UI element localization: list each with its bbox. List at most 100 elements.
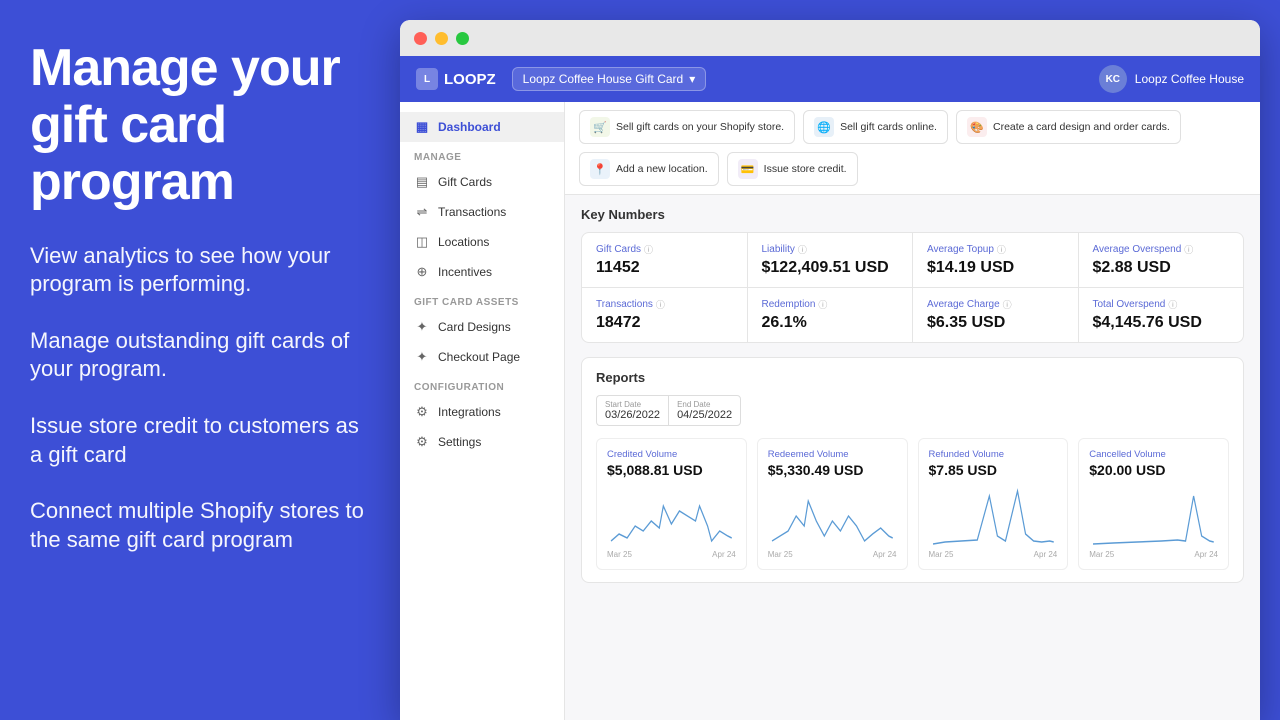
right-panel: L LOOPZ Loopz Coffee House Gift Card ▾ K… [400, 0, 1280, 720]
kn-label: Liability ⓘ [762, 243, 899, 256]
reports-section: Reports Start Date 03/26/2022 End Date 0… [581, 357, 1244, 583]
sidebar-item-dashboard[interactable]: ▦ Dashboard [400, 112, 564, 142]
kn-label: Total Overspend ⓘ [1093, 298, 1230, 311]
kn-label: Redemption ⓘ [762, 298, 899, 311]
end-date-input[interactable]: End Date 04/25/2022 [668, 395, 741, 426]
issue-credit-button[interactable]: 💳 Issue store credit. [727, 152, 858, 186]
hero-title: Manage your gift card program [30, 40, 370, 212]
add-location-button[interactable]: 📍 Add a new location. [579, 152, 719, 186]
kn-value: $4,145.76 USD [1093, 314, 1230, 332]
action-btn-label: Issue store credit. [764, 163, 847, 175]
key-numbers-grid: Gift Cards ⓘ 11452 Liability ⓘ $1 [581, 232, 1244, 343]
chart-labels: Mar 25 Apr 24 [1089, 550, 1218, 559]
logo-icon: L [416, 68, 438, 90]
chart-labels: Mar 25 Apr 24 [607, 550, 736, 559]
sell-shopify-button[interactable]: 🛒 Sell gift cards on your Shopify store. [579, 110, 795, 144]
sell-online-button[interactable]: 🌐 Sell gift cards online. [803, 110, 948, 144]
sidebar-item-checkout[interactable]: ✦ Checkout Page [400, 342, 564, 372]
create-design-button[interactable]: 🎨 Create a card design and order cards. [956, 110, 1181, 144]
chart-labels: Mar 25 Apr 24 [768, 550, 897, 559]
close-dot[interactable] [414, 32, 427, 45]
kn-avg-overspend: Average Overspend ⓘ $2.88 USD [1079, 233, 1244, 287]
sidebar-item-transactions[interactable]: ⇌ Transactions [400, 197, 564, 227]
integrations-icon: ⚙ [414, 404, 430, 420]
chart-refunded-volume: Refunded Volume $7.85 USD Mar 25 [918, 438, 1069, 570]
kn-value: $14.19 USD [927, 259, 1064, 277]
design-icon: 🎨 [967, 117, 987, 137]
sidebar-item-label: Dashboard [438, 120, 501, 134]
dropdown-icon: ▾ [689, 72, 695, 86]
user-area: KC Loopz Coffee House [1099, 65, 1244, 93]
sidebar-item-card-designs[interactable]: ✦ Card Designs [400, 312, 564, 342]
kn-total-overspend: Total Overspend ⓘ $4,145.76 USD [1079, 288, 1244, 342]
online-icon: 🌐 [814, 117, 834, 137]
kn-avg-topup: Average Topup ⓘ $14.19 USD [913, 233, 1078, 287]
kn-redemption: Redemption ⓘ 26.1% [748, 288, 913, 342]
feature-item-2: Manage outstanding gift cards of your pr… [30, 327, 370, 384]
feature-list: View analytics to see how your program i… [30, 242, 370, 555]
action-btn-label: Add a new location. [616, 163, 708, 175]
locations-icon: ◫ [414, 234, 430, 250]
chart-labels: Mar 25 Apr 24 [929, 550, 1058, 559]
dashboard-content: Key Numbers Gift Cards ⓘ 11452 [565, 195, 1260, 595]
avatar: KC [1099, 65, 1127, 93]
minimize-dot[interactable] [435, 32, 448, 45]
kn-value: $2.88 USD [1093, 259, 1230, 277]
sidebar-section-config: Configuration [400, 372, 564, 397]
kn-label: Transactions ⓘ [596, 298, 733, 311]
chart-label-left: Mar 25 [1089, 550, 1114, 559]
browser-titlebar [400, 20, 1260, 56]
browser-window: L LOOPZ Loopz Coffee House Gift Card ▾ K… [400, 20, 1260, 720]
location-icon: 📍 [590, 159, 610, 179]
main-layout: ▦ Dashboard Manage ▤ Gift Cards ⇌ Transa… [400, 102, 1260, 720]
sidebar-item-giftcards[interactable]: ▤ Gift Cards [400, 167, 564, 197]
sidebar-item-label: Integrations [438, 405, 501, 419]
sidebar: ▦ Dashboard Manage ▤ Gift Cards ⇌ Transa… [400, 102, 565, 720]
sidebar-section-assets: Gift Card Assets [400, 287, 564, 312]
incentives-icon: ⊕ [414, 264, 430, 280]
start-date-value: 03/26/2022 [605, 409, 660, 421]
chart-label-right: Apr 24 [873, 550, 897, 559]
kn-transactions: Transactions ⓘ 18472 [582, 288, 747, 342]
credit-icon: 💳 [738, 159, 758, 179]
start-date-label: Start Date [605, 400, 660, 409]
chart-label-right: Apr 24 [1034, 550, 1058, 559]
sidebar-item-incentives[interactable]: ⊕ Incentives [400, 257, 564, 287]
kn-gift-cards: Gift Cards ⓘ 11452 [582, 233, 747, 287]
reports-title: Reports [596, 370, 1229, 385]
sidebar-item-label: Checkout Page [438, 350, 520, 364]
chart-label-right: Apr 24 [1194, 550, 1218, 559]
sidebar-section-manage: Manage [400, 142, 564, 167]
chart-redeemed-volume: Redeemed Volume $5,330.49 USD Mar 25 [757, 438, 908, 570]
chart-value: $7.85 USD [929, 462, 1058, 478]
key-numbers-title: Key Numbers [581, 207, 1244, 222]
feature-item-4: Connect multiple Shopify stores to the s… [30, 497, 370, 554]
action-buttons-row: 🛒 Sell gift cards on your Shopify store.… [565, 102, 1260, 195]
kn-value: 11452 [596, 259, 733, 277]
kn-label: Gift Cards ⓘ [596, 243, 733, 256]
store-selector-label: Loopz Coffee House Gift Card [523, 72, 684, 86]
card-designs-icon: ✦ [414, 319, 430, 335]
store-selector[interactable]: Loopz Coffee House Gift Card ▾ [512, 67, 707, 91]
kn-value: 18472 [596, 314, 733, 332]
sidebar-item-settings[interactable]: ⚙ Settings [400, 427, 564, 457]
sidebar-item-label: Card Designs [438, 320, 511, 334]
start-date-input[interactable]: Start Date 03/26/2022 [596, 395, 668, 426]
sidebar-item-label: Transactions [438, 205, 506, 219]
chart-area [768, 486, 897, 546]
chart-cancelled-volume: Cancelled Volume $20.00 USD Mar 25 [1078, 438, 1229, 570]
settings-icon: ⚙ [414, 434, 430, 450]
shopify-icon: 🛒 [590, 117, 610, 137]
sidebar-item-integrations[interactable]: ⚙ Integrations [400, 397, 564, 427]
sidebar-item-locations[interactable]: ◫ Locations [400, 227, 564, 257]
maximize-dot[interactable] [456, 32, 469, 45]
chart-area [929, 486, 1058, 546]
kn-label: Average Charge ⓘ [927, 298, 1064, 311]
kn-avg-charge: Average Charge ⓘ $6.35 USD [913, 288, 1078, 342]
sidebar-item-label: Gift Cards [438, 175, 492, 189]
content-area: 🛒 Sell gift cards on your Shopify store.… [565, 102, 1260, 720]
action-btn-label: Create a card design and order cards. [993, 121, 1170, 133]
chart-value: $20.00 USD [1089, 462, 1218, 478]
kn-label: Average Topup ⓘ [927, 243, 1064, 256]
app-container: L LOOPZ Loopz Coffee House Gift Card ▾ K… [400, 56, 1260, 720]
